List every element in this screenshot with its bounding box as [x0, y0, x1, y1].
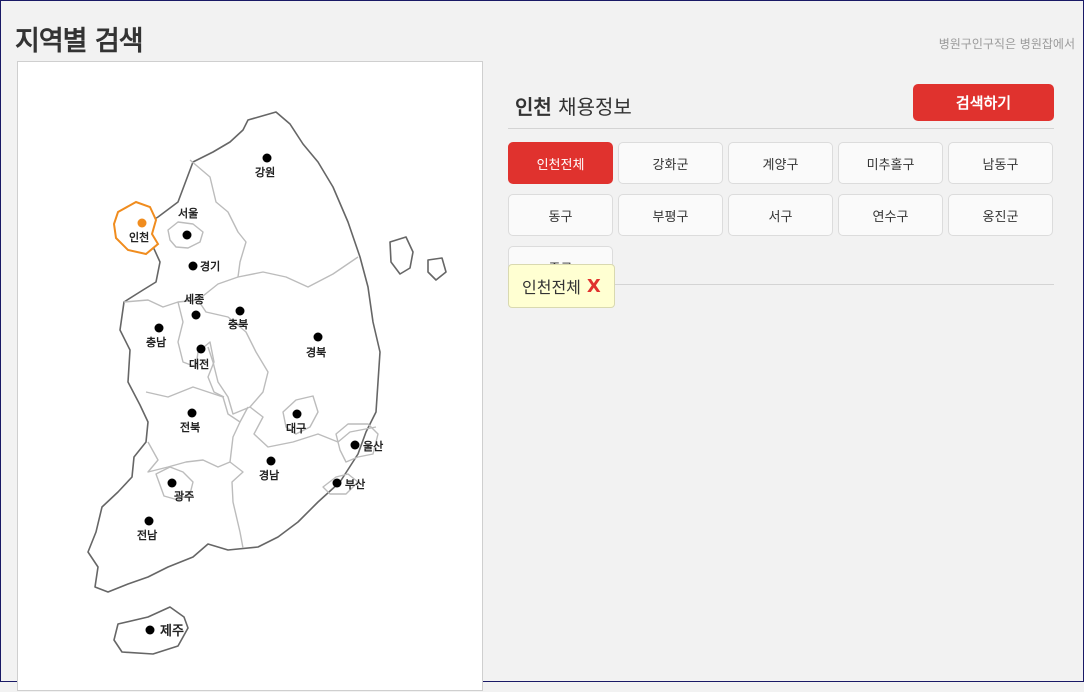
district-button-bupyeong[interactable]: 부평구 — [618, 194, 723, 236]
ulleung-island — [389, 236, 414, 275]
map-label-sejong: 세종 — [184, 292, 204, 306]
map-label-busan: 부산 — [345, 477, 365, 491]
district-button-ganghwa[interactable]: 강화군 — [618, 142, 723, 184]
district-button-gyeyang[interactable]: 계양구 — [728, 142, 833, 184]
map-marker-busan[interactable]: 부산 — [332, 477, 366, 491]
map-label-gyeongbuk: 경북 — [306, 345, 326, 359]
search-button[interactable]: 검색하기 — [913, 84, 1054, 121]
district-button-yeonsu[interactable]: 연수구 — [838, 194, 943, 236]
map-label-jeonbuk: 전북 — [180, 420, 200, 434]
map-label-incheon: 인천 — [129, 230, 149, 244]
incheon-region-shape[interactable] — [112, 200, 160, 256]
district-button-namdong[interactable]: 남동구 — [948, 142, 1053, 184]
selected-filter-label: 인천전체 — [522, 278, 581, 297]
korea-map-panel: 강원 서울 인천 경기 세종 충북 충남 대전 경북 대구 전북 울산 경남 부… — [17, 61, 483, 691]
map-label-seoul: 서울 — [178, 206, 198, 220]
remove-filter-button[interactable]: X — [587, 276, 601, 297]
district-button-incheon-all[interactable]: 인천전체 — [508, 142, 613, 184]
district-button-ongjin[interactable]: 옹진군 — [948, 194, 1053, 236]
selected-filter-chip: 인천전체 X — [508, 264, 615, 308]
map-label-ulsan: 울산 — [363, 439, 383, 453]
map-label-jeonnam: 전남 — [137, 528, 157, 542]
map-label-gyeonggi: 경기 — [200, 259, 220, 273]
map-label-gangwon: 강원 — [255, 165, 275, 179]
district-button-seo[interactable]: 서구 — [728, 194, 833, 236]
map-label-daegu: 대구 — [286, 421, 306, 435]
map-label-daejeon: 대전 — [189, 357, 209, 371]
panel-title: 인천 채용정보 — [515, 91, 632, 120]
district-button-dong[interactable]: 동구 — [508, 194, 613, 236]
panel-title-suffix: 채용정보 — [551, 95, 632, 119]
panel-title-region: 인천 — [515, 95, 552, 119]
page-title: 지역별 검색 — [15, 26, 144, 57]
dokdo-island — [427, 257, 447, 281]
district-button-michuhol[interactable]: 미추홀구 — [838, 142, 943, 184]
map-label-gyeongnam: 경남 — [259, 468, 279, 482]
panel-header: 인천 채용정보 검색하기 — [508, 81, 1054, 129]
region-jobs-panel: 인천 채용정보 검색하기 인천전체 강화군 계양구 미추홀구 남동구 동구 부평… — [508, 81, 1054, 308]
korea-map: 강원 서울 인천 경기 세종 충북 충남 대전 경북 대구 전북 울산 경남 부… — [87, 111, 447, 655]
page-tagline: 병원구인구직은 병원잡에서 — [938, 37, 1075, 51]
district-grid: 인천전체 강화군 계양구 미추홀구 남동구 동구 부평구 서구 연수구 옹진군 … — [508, 129, 1054, 288]
map-label-jeju: 제주 — [160, 624, 184, 639]
map-label-gwangju: 광주 — [174, 490, 194, 503]
mainland-outline — [87, 111, 381, 593]
map-label-chungbuk: 충북 — [228, 317, 248, 331]
map-label-chungnam: 충남 — [146, 335, 166, 349]
